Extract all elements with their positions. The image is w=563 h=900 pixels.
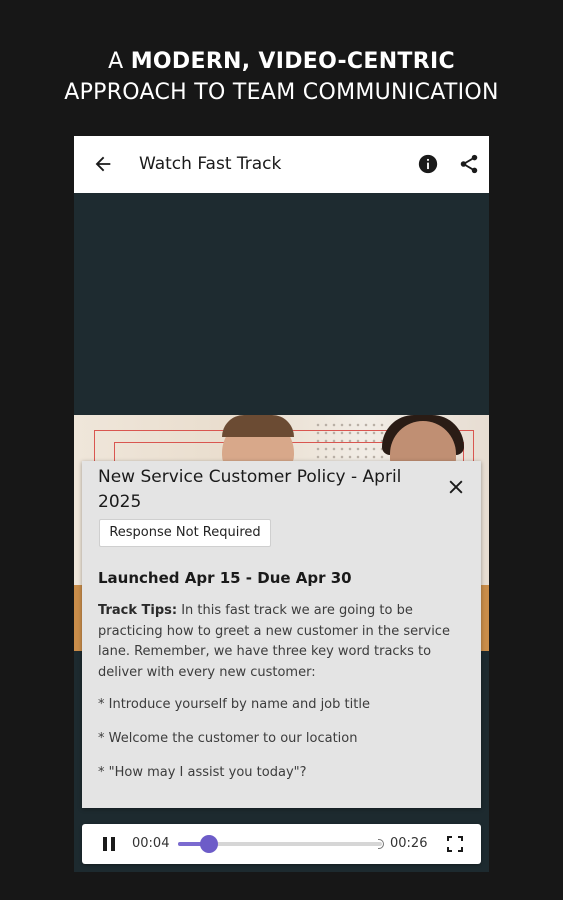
video-controls: 00:04 00:26 bbox=[82, 824, 481, 864]
card-title: New Service Customer Policy - April 2025 bbox=[98, 467, 402, 512]
video-player-area[interactable] bbox=[74, 193, 489, 415]
launch-due-dates: Launched Apr 15 - Due Apr 30 bbox=[98, 569, 352, 587]
person-hair bbox=[222, 415, 294, 437]
duration: 00:26 bbox=[390, 836, 428, 851]
track-tips: Track Tips: In this fast track we are go… bbox=[98, 601, 470, 683]
headline-line-2: APPROACH TO TEAM COMMUNICATION bbox=[64, 80, 499, 105]
list-item: * Introduce yourself by name and job tit… bbox=[98, 697, 370, 712]
current-time: 00:04 bbox=[132, 836, 170, 851]
arrow-back-icon[interactable] bbox=[92, 153, 114, 175]
page-title: Watch Fast Track bbox=[139, 154, 282, 174]
seek-thumb[interactable] bbox=[200, 835, 219, 853]
seek-bar-end bbox=[378, 839, 384, 849]
seek-bar[interactable] bbox=[178, 835, 384, 853]
track-tips-label: Track Tips: bbox=[98, 603, 178, 618]
marketing-headline: A MODERN, VIDEO-CENTRIC APPROACH TO TEAM… bbox=[0, 46, 563, 108]
headline-line-1: A MODERN, VIDEO-CENTRIC bbox=[108, 49, 455, 74]
fast-track-info-card: New Service Customer Policy - April 2025… bbox=[82, 461, 481, 808]
list-item: * "How may I assist you today"? bbox=[98, 765, 307, 780]
phone-screen: Watch Fast Track New Service Customer Po… bbox=[74, 136, 489, 872]
fullscreen-icon[interactable] bbox=[447, 836, 463, 852]
list-item: * Welcome the customer to our location bbox=[98, 731, 358, 746]
pause-icon[interactable] bbox=[101, 836, 117, 852]
close-icon[interactable] bbox=[446, 477, 466, 497]
info-icon[interactable] bbox=[417, 153, 439, 175]
app-bar: Watch Fast Track bbox=[74, 136, 489, 193]
share-icon[interactable] bbox=[458, 153, 480, 175]
response-status-badge: Response Not Required bbox=[99, 519, 271, 547]
